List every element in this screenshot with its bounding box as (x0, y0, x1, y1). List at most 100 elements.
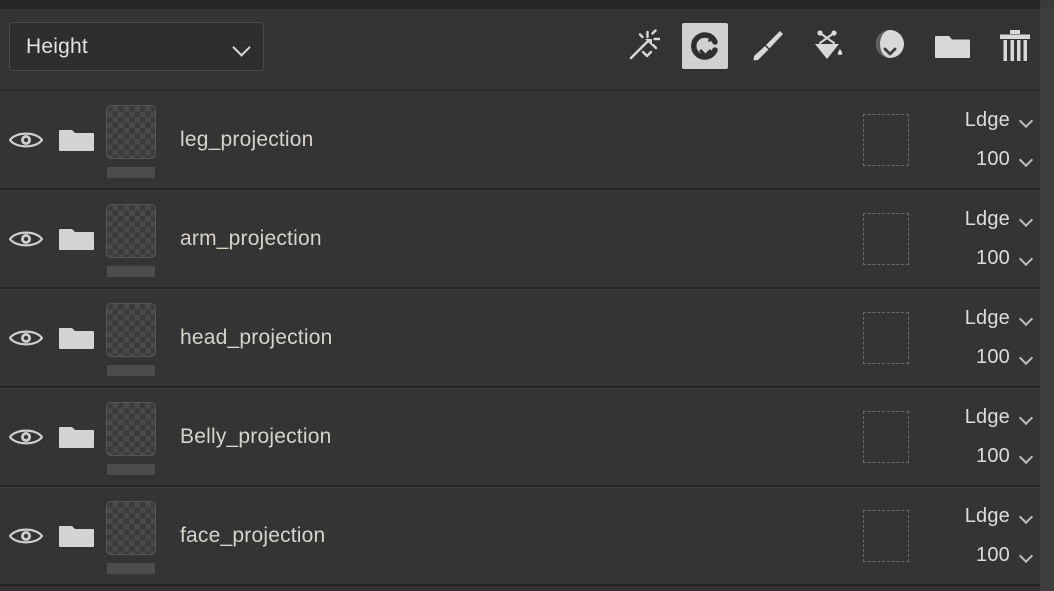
empty-mask-icon[interactable] (863, 510, 909, 562)
paint-bucket-icon (812, 29, 846, 63)
blend-mode-value: Ldge (964, 208, 1010, 230)
layer-thumbnail[interactable] (106, 401, 156, 456)
blend-mode-value: Ldge (964, 406, 1010, 428)
layer-name[interactable]: head_projection (166, 326, 842, 350)
opacity-select[interactable]: 100 (976, 445, 1034, 468)
magic-wand-icon (626, 29, 660, 63)
opacity-select[interactable]: 100 (976, 544, 1034, 567)
layer-thumbnail-bar (107, 265, 155, 277)
layer-thumbnail[interactable] (106, 302, 156, 357)
blend-mode-select[interactable]: Ldge (965, 406, 1034, 429)
folder-icon (59, 324, 95, 352)
layer-mask-cell[interactable] (842, 510, 930, 562)
layer-row[interactable]: head_projection Ldge 100 (0, 289, 1040, 388)
chevron-down-icon (1020, 213, 1034, 227)
layer-visibility-toggle[interactable] (0, 525, 52, 547)
layer-visibility-toggle[interactable] (0, 426, 52, 448)
layer-controls: Ldge 100 (930, 406, 1040, 468)
layer-thumbnail-bar (107, 166, 155, 178)
material-tool[interactable] (868, 23, 914, 69)
layer-row[interactable]: Belly_projection Ldge 100 (0, 388, 1040, 487)
channel-select-value: Height (26, 34, 88, 58)
eye-icon (9, 228, 43, 250)
layer-name[interactable]: leg_projection (166, 128, 842, 152)
fill-tool[interactable] (806, 23, 852, 69)
tool-icon-row (620, 20, 1038, 72)
chevron-down-icon (1020, 252, 1034, 266)
layer-row[interactable]: leg_projection Ldge 100 (0, 91, 1040, 190)
layer-thumbnail-cell[interactable] (102, 91, 166, 190)
layer-row[interactable]: arm_projection Ldge 100 (0, 190, 1040, 289)
empty-mask-icon[interactable] (863, 312, 909, 364)
eye-icon (9, 129, 43, 151)
blend-mode-select[interactable]: Ldge (965, 505, 1034, 528)
vertical-scrollbar[interactable] (1040, 0, 1054, 591)
chevron-down-icon (1020, 153, 1034, 167)
empty-mask-icon[interactable] (863, 411, 909, 463)
layer-visibility-toggle[interactable] (0, 129, 52, 151)
empty-mask-icon[interactable] (863, 213, 909, 265)
magic-wand-tool[interactable] (620, 23, 666, 69)
layer-row[interactable]: face_projection Ldge 100 (0, 487, 1040, 586)
refresh-icon (688, 29, 722, 63)
opacity-value: 100 (976, 544, 1010, 566)
layer-mask-cell[interactable] (842, 114, 930, 166)
opacity-select[interactable]: 100 (976, 148, 1034, 171)
folder-icon (59, 126, 95, 154)
layer-controls: Ldge 100 (930, 307, 1040, 369)
opacity-value: 100 (976, 247, 1010, 269)
eye-icon (9, 525, 43, 547)
layers-panel: Height leg_projection Ldge 100 arm_proje… (0, 0, 1054, 591)
layer-thumbnail[interactable] (106, 203, 156, 258)
chevron-down-icon (1020, 351, 1034, 365)
opacity-select[interactable]: 100 (976, 247, 1034, 270)
layer-group-icon-cell (52, 225, 102, 253)
scrollbar-thumb[interactable] (1040, 9, 1054, 591)
panel-toolbar: Height (0, 0, 1054, 91)
layer-visibility-toggle[interactable] (0, 327, 52, 349)
folder-icon (59, 225, 95, 253)
layer-thumbnail-cell[interactable] (102, 289, 166, 388)
layer-thumbnail-cell[interactable] (102, 487, 166, 586)
opacity-value: 100 (976, 445, 1010, 467)
chevron-down-icon (1020, 510, 1034, 524)
layer-name[interactable]: face_projection (166, 524, 842, 548)
blend-mode-value: Ldge (964, 505, 1010, 527)
layer-thumbnail-bar (107, 562, 155, 574)
layer-name[interactable]: arm_projection (166, 227, 842, 251)
blend-mode-select[interactable]: Ldge (965, 109, 1034, 132)
layer-list: leg_projection Ldge 100 arm_projection Ldge… (0, 91, 1040, 591)
chevron-down-icon (1020, 411, 1034, 425)
layer-group-icon-cell (52, 423, 102, 451)
layer-visibility-toggle[interactable] (0, 228, 52, 250)
opacity-value: 100 (976, 346, 1010, 368)
layer-controls: Ldge 100 (930, 505, 1040, 567)
folder-icon (935, 31, 971, 61)
opacity-select[interactable]: 100 (976, 346, 1034, 369)
layer-group-icon-cell (52, 324, 102, 352)
layer-mask-cell[interactable] (842, 312, 930, 364)
blend-mode-value: Ldge (964, 307, 1010, 329)
layer-controls: Ldge 100 (930, 109, 1040, 171)
layer-name[interactable]: Belly_projection (166, 425, 842, 449)
brush-tool[interactable] (744, 23, 790, 69)
blend-mode-select[interactable]: Ldge (965, 208, 1034, 231)
layer-thumbnail-cell[interactable] (102, 388, 166, 487)
layer-thumbnail[interactable] (106, 104, 156, 159)
layer-thumbnail[interactable] (106, 500, 156, 555)
layer-thumbnail-cell[interactable] (102, 190, 166, 289)
toolbar-top-strip (0, 0, 1054, 9)
delete-layer-tool[interactable] (992, 23, 1038, 69)
chevron-down-icon (233, 38, 251, 56)
blend-mode-value: Ldge (964, 109, 1010, 131)
layer-controls: Ldge 100 (930, 208, 1040, 270)
layer-mask-cell[interactable] (842, 411, 930, 463)
transform-tool[interactable] (682, 23, 728, 69)
new-folder-tool[interactable] (930, 23, 976, 69)
folder-icon (59, 522, 95, 550)
eye-icon (9, 327, 43, 349)
blend-mode-select[interactable]: Ldge (965, 307, 1034, 330)
layer-mask-cell[interactable] (842, 213, 930, 265)
empty-mask-icon[interactable] (863, 114, 909, 166)
channel-select[interactable]: Height (9, 22, 264, 71)
